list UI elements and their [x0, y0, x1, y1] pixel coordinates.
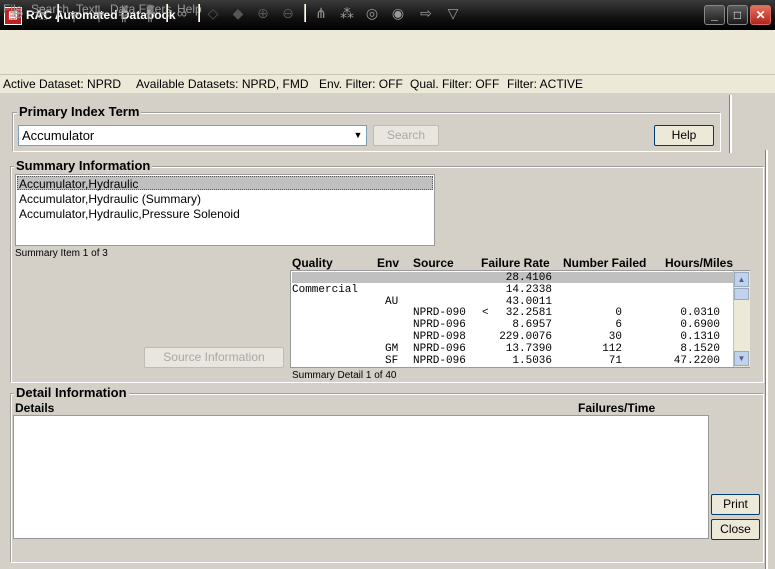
cell-rate: 8.6957	[512, 319, 552, 332]
zoom-in-icon[interactable]: ⊕	[253, 3, 273, 23]
cell-failed: 0	[615, 307, 622, 320]
summary-legend: Summary Information	[14, 158, 153, 173]
chevron-down-icon[interactable]: ▼	[351, 127, 365, 144]
scroll-up-icon[interactable]: ▲	[734, 272, 749, 287]
env-filter-status: Env. Filter: OFF	[319, 77, 403, 91]
tree-collapse-icon[interactable]: ╤	[64, 3, 84, 23]
cell-rate: 229.0076	[499, 331, 552, 343]
zoom-out-icon[interactable]: ⊖	[278, 3, 298, 23]
tree-expand-icon[interactable]: ╪	[89, 3, 109, 23]
detail-row[interactable]: SF NPRD-096 1.5036 71 47.2200	[292, 355, 732, 366]
summary-item[interactable]: Accumulator,Hydraulic	[19, 177, 138, 191]
cell-q: Commercial	[292, 283, 359, 296]
cell-rate: 14.2338	[505, 283, 552, 296]
close-window-button[interactable]: ✕	[750, 5, 771, 25]
col-hours-miles: Hours/Miles	[665, 256, 734, 270]
cell-failed: 30	[608, 331, 622, 343]
network-icon[interactable]: ⁂	[337, 3, 357, 23]
col-quality: Quality	[292, 256, 333, 270]
cell-rate: 1.5036	[512, 354, 552, 366]
cell-rate: 13.7390	[505, 342, 552, 355]
source-information-button[interactable]: Source Information	[144, 347, 284, 368]
tag-alt-icon[interactable]: ◆	[228, 3, 248, 23]
detail-row[interactable]: NPRD-090 <32.2581 0 0.0310	[292, 307, 732, 319]
detail-textarea[interactable]	[13, 415, 709, 539]
qual-filter-status: Qual. Filter: OFF	[410, 77, 500, 91]
tag-icon[interactable]: ◇	[203, 3, 223, 23]
sphere-icon[interactable]: ◎	[362, 3, 382, 23]
cell-env: SF	[385, 354, 399, 366]
col-source: Source	[413, 256, 454, 270]
cell-hours: 47.2200	[673, 354, 720, 366]
cell-flag: <	[482, 307, 489, 320]
maximize-button[interactable]: □	[727, 5, 748, 25]
cell-src: NPRD-096	[413, 319, 466, 332]
hierarchy-icon[interactable]: ⋔	[311, 3, 331, 23]
detail-row[interactable]: GM NPRD-096 13.7390 112 8.1520	[292, 343, 732, 355]
sphere-alt-icon[interactable]: ◉	[388, 3, 408, 23]
find-binoculars-icon[interactable]: ∞	[172, 3, 192, 23]
cell-hours: 8.1520	[680, 342, 720, 355]
filter-status: Filter: ACTIVE	[507, 77, 584, 91]
cell-rate: 32.2581	[505, 307, 552, 320]
cell-src: NPRD-096	[413, 342, 466, 355]
detail-row[interactable]: 28.4106	[292, 272, 732, 284]
cell-src: NPRD-090	[413, 307, 466, 320]
available-datasets: Available Datasets: NPRD, FMD	[136, 77, 309, 91]
cell-failed: 6	[615, 319, 622, 332]
cell-src: NPRD-096	[413, 354, 466, 366]
primary-index-value: Accumulator	[22, 128, 95, 143]
add-record-icon[interactable]: ⊕	[8, 3, 28, 23]
cell-failed: 71	[608, 354, 622, 366]
funnel-icon[interactable]: ▽	[443, 3, 463, 23]
detail-row[interactable]: NPRD-096 8.6957 6 0.6900	[292, 319, 732, 331]
cell-hours: 0.0310	[680, 307, 720, 320]
tree-leaf-icon[interactable]: ╫	[140, 3, 160, 23]
menu-bar	[0, 30, 775, 48]
summary-item[interactable]: Accumulator,Hydraulic,Pressure Solenoid	[19, 207, 240, 221]
cell-rate: 28.4106	[505, 272, 552, 284]
col-details: Details	[15, 401, 55, 415]
summary-item-count: Summary Item 1 of 3	[15, 248, 108, 259]
filter-arrow-icon[interactable]: ⇨	[416, 3, 436, 23]
close-button[interactable]: Close	[711, 519, 760, 540]
detail-legend: Detail Information	[14, 385, 129, 400]
cell-rate: 43.0011	[505, 295, 552, 308]
scroll-thumb[interactable]	[734, 288, 749, 300]
copy-record-icon[interactable]: ⎘	[32, 3, 52, 23]
col-failure-rate: Failure Rate	[481, 256, 550, 270]
minimize-button[interactable]: _	[704, 5, 725, 25]
primary-index-legend: Primary Index Term	[17, 104, 142, 119]
print-button[interactable]: Print	[711, 494, 760, 515]
scroll-down-icon[interactable]: ▼	[734, 351, 749, 366]
toolbar	[0, 48, 775, 75]
help-button[interactable]: Help	[654, 125, 714, 146]
detail-row[interactable]: Commercial 14.2338	[292, 284, 732, 296]
search-button[interactable]: Search	[373, 125, 439, 146]
summary-detail-count: Summary Detail 1 of 40	[292, 370, 397, 381]
detail-row[interactable]: NPRD-098 229.0076 30 0.1310	[292, 331, 732, 343]
col-number-failed: Number Failed	[563, 256, 647, 270]
tree-branch-icon[interactable]: ╬	[114, 3, 134, 23]
summary-detail-rows: 28.4106 Commercial 14.2338 AU 43.0011 NPRD-09…	[292, 272, 732, 366]
col-failures-time: Failures/Time	[578, 401, 656, 415]
cell-env: AU	[385, 295, 399, 308]
detail-row[interactable]: AU 43.0011	[292, 296, 732, 308]
cell-hours: 0.6900	[680, 319, 720, 332]
summary-item[interactable]: Accumulator,Hydraulic (Summary)	[19, 192, 201, 206]
active-dataset: Active Dataset: NPRD	[3, 77, 122, 91]
cell-env: GM	[385, 342, 399, 355]
cell-failed: 112	[602, 342, 622, 355]
cell-hours: 0.1310	[680, 331, 720, 343]
col-env: Env	[377, 256, 400, 270]
cell-src: NPRD-098	[413, 331, 466, 343]
